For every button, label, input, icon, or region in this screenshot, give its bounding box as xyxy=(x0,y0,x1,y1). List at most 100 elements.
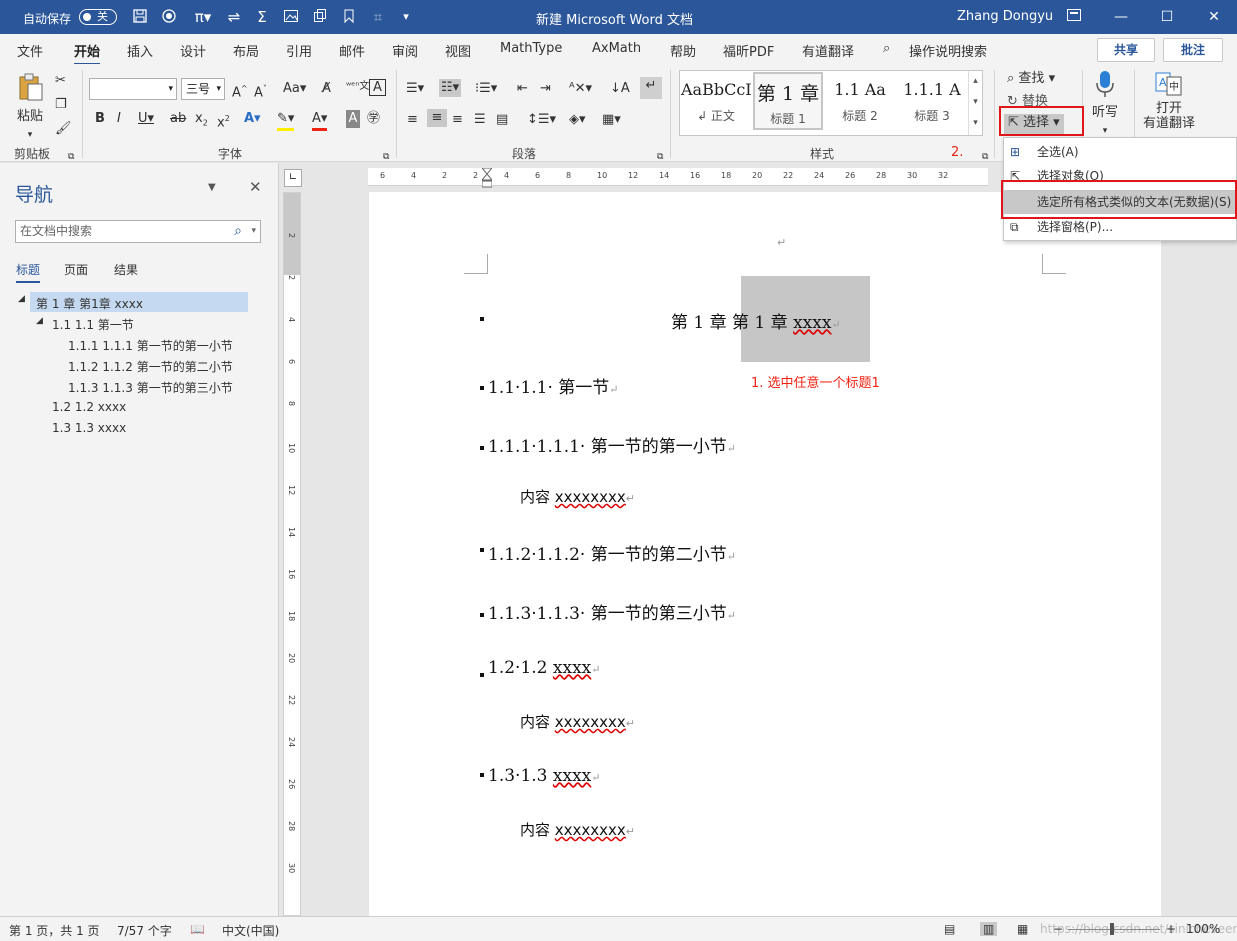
zoom-thumb[interactable] xyxy=(1110,923,1114,935)
style-heading1[interactable]: 第 1 章 标题 1 xyxy=(753,72,823,130)
nav-close-icon[interactable]: ✕ xyxy=(249,178,262,196)
distributed-icon[interactable]: ▤ xyxy=(496,111,508,129)
tab-review[interactable]: 审阅 xyxy=(392,41,418,60)
nav-tab-headings[interactable]: 标题 xyxy=(16,261,41,283)
chinese-layout-icon[interactable]: ᴬ✕▾ xyxy=(569,80,592,98)
clear-format-icon[interactable]: A̸ xyxy=(322,80,331,98)
line-spacing-icon[interactable]: ↕☰▾ xyxy=(527,111,556,129)
nav-tab-results[interactable]: 结果 xyxy=(114,261,138,278)
copy-icon[interactable]: ❐ xyxy=(55,96,67,114)
read-mode-icon[interactable]: ▤ xyxy=(944,922,955,936)
nav-heading-item[interactable]: 1.2 1.2 xxxx xyxy=(52,400,126,414)
styles-launcher-icon[interactable]: ⧉ xyxy=(982,148,988,166)
document-page[interactable]: ↵ 第 1 章 第 1 章 xxxx↵ 1.1·1.1· 第一节↵ 1.1.1·… xyxy=(369,192,1161,916)
nav-collapse-icon[interactable]: ◢ xyxy=(18,294,25,304)
proofing-icon[interactable]: 📖 xyxy=(190,922,205,936)
dictate-button[interactable]: 听写 ▾ xyxy=(1089,70,1121,140)
heading-2-1[interactable]: 1.1·1.1· 第一节↵ xyxy=(488,373,619,398)
align-center-icon[interactable]: ≡ xyxy=(427,109,447,127)
customize-qa-icon[interactable]: ▾ xyxy=(397,8,415,26)
print-layout-icon[interactable]: ▥ xyxy=(980,922,998,936)
strikethrough-button[interactable]: ab xyxy=(170,110,186,128)
ribbon-display-icon[interactable] xyxy=(1059,9,1089,25)
borders-icon[interactable]: ▦▾ xyxy=(602,111,621,129)
tab-layout[interactable]: 布局 xyxy=(233,41,259,60)
phonetic-guide-icon[interactable]: ʷᵉⁿ文 xyxy=(346,78,369,96)
char-border-icon[interactable]: A xyxy=(369,79,386,96)
indent-marker[interactable] xyxy=(480,167,494,188)
justify-icon[interactable]: ☰ xyxy=(474,111,486,129)
nav-options-icon[interactable]: ▼ xyxy=(208,182,216,193)
nav-collapse-icon[interactable]: ◢ xyxy=(36,316,43,326)
grow-font-icon[interactable]: A^ xyxy=(232,80,248,102)
user-name[interactable]: Zhang Dongyu xyxy=(957,9,1053,24)
nav-tab-pages[interactable]: 页面 xyxy=(64,261,88,278)
style-heading3[interactable]: 1.1.1 A 标题 3 xyxy=(897,72,967,130)
heading-3-1[interactable]: 1.1.1·1.1.1· 第一节的第一小节↵ xyxy=(488,432,736,457)
nav-search-icon[interactable]: ⌕ xyxy=(234,221,242,241)
increase-indent-icon[interactable]: ⇥ xyxy=(540,80,551,98)
zoom-level[interactable]: 100% xyxy=(1186,922,1220,936)
horizontal-ruler[interactable]: 6 4 2 2 4 6 8 10 12 14 16 18 20 22 24 26 28 30 32 xyxy=(368,167,988,188)
picture-icon[interactable] xyxy=(282,8,300,26)
char-shading-icon[interactable]: A xyxy=(346,110,360,128)
body-content[interactable]: 内容 xxxxxxxx↵ xyxy=(520,486,635,507)
close-button[interactable]: ✕ xyxy=(1199,9,1229,25)
find-button[interactable]: ⌕ 查找 ▾ xyxy=(1007,70,1055,88)
tab-view[interactable]: 视图 xyxy=(445,41,471,60)
zoom-out-button[interactable]: − xyxy=(1053,922,1063,936)
sort-icon[interactable]: ↓A xyxy=(610,80,630,98)
vertical-scrollbar[interactable] xyxy=(1224,163,1237,916)
italic-button[interactable]: I xyxy=(117,110,121,128)
heading-2-2[interactable]: 1.2·1.2 xxxx↵ xyxy=(488,658,600,678)
crop-icon[interactable]: ⌗ xyxy=(369,8,387,26)
equation-icon[interactable]: π▾ xyxy=(188,8,218,26)
nav-heading-item[interactable]: 1.3 1.3 xxxx xyxy=(52,421,126,435)
page-count[interactable]: 第 1 页，共 1 页 xyxy=(9,922,100,939)
tab-file[interactable]: 文件 xyxy=(17,41,43,60)
cut-icon[interactable]: ✂ xyxy=(55,72,66,90)
minimize-button[interactable]: — xyxy=(1106,9,1136,25)
align-right-icon[interactable]: ≡ xyxy=(452,111,463,129)
comments-button[interactable]: 批注 xyxy=(1163,38,1223,62)
heading-3-2[interactable]: 1.1.2·1.1.2· 第一节的第二小节↵ xyxy=(488,540,736,565)
tab-mathtype[interactable]: MathType xyxy=(500,41,562,56)
nav-heading-item[interactable]: 第 1 章 第1章 xxxx xyxy=(36,295,143,312)
tab-youdao[interactable]: 有道翻译 xyxy=(802,41,854,60)
change-case-icon[interactable]: Aa▾ xyxy=(283,80,306,98)
text-effects-icon[interactable]: A▾ xyxy=(244,110,261,128)
tab-foxit-pdf[interactable]: 福昕PDF xyxy=(723,41,774,60)
font-size-select[interactable]: 三号 ▾ xyxy=(181,78,225,100)
nav-heading-item[interactable]: 1.1 1.1 第一节 xyxy=(52,316,134,333)
zoom-slider[interactable] xyxy=(1068,929,1160,930)
superscript-button[interactable]: x2 xyxy=(217,110,230,132)
autosave-toggle[interactable]: 关 xyxy=(79,9,117,25)
nav-search-input[interactable]: 在文档中搜索 ⌕ ▾ xyxy=(15,220,261,243)
font-name-select[interactable]: ▾ xyxy=(89,78,177,100)
search-icon[interactable]: ⌕ xyxy=(883,41,890,56)
record-icon[interactable] xyxy=(160,8,178,26)
font-launcher-icon[interactable]: ⧉ xyxy=(383,148,389,166)
paste-button[interactable]: 粘贴 ▾ xyxy=(12,72,48,140)
nav-heading-item[interactable]: 1.1.3 1.1.3 第一节的第三小节 xyxy=(68,379,233,396)
body-content[interactable]: 内容 xxxxxxxx↵ xyxy=(520,819,635,840)
tab-selector[interactable]: ∟ xyxy=(284,169,302,187)
font-color-icon[interactable]: A▾ xyxy=(312,110,328,131)
zoom-in-button[interactable]: + xyxy=(1166,922,1176,936)
sum-icon[interactable]: Σ xyxy=(253,8,271,26)
format-icon[interactable]: ⇌ xyxy=(225,8,243,26)
tab-design[interactable]: 设计 xyxy=(180,41,206,60)
body-content[interactable]: 内容 xxxxxxxx↵ xyxy=(520,711,635,732)
heading-2-3[interactable]: 1.3·1.3 xxxx↵ xyxy=(488,766,600,786)
numbering-icon[interactable]: ☷▾ xyxy=(439,79,462,97)
tab-insert[interactable]: 插入 xyxy=(127,41,153,60)
tab-home[interactable]: 开始 xyxy=(74,41,101,66)
tab-axmath[interactable]: AxMath xyxy=(592,41,641,56)
nav-search-dropdown-icon[interactable]: ▾ xyxy=(251,221,256,241)
maximize-button[interactable]: ☐ xyxy=(1152,9,1182,25)
language[interactable]: 中文(中国) xyxy=(222,922,279,939)
tell-me-search[interactable]: 操作说明搜索 xyxy=(909,41,987,60)
show-marks-icon[interactable]: ↵ xyxy=(640,77,662,99)
subscript-button[interactable]: x2 xyxy=(195,110,208,133)
style-normal[interactable]: AaBbCcI ↲ 正文 xyxy=(681,72,752,130)
